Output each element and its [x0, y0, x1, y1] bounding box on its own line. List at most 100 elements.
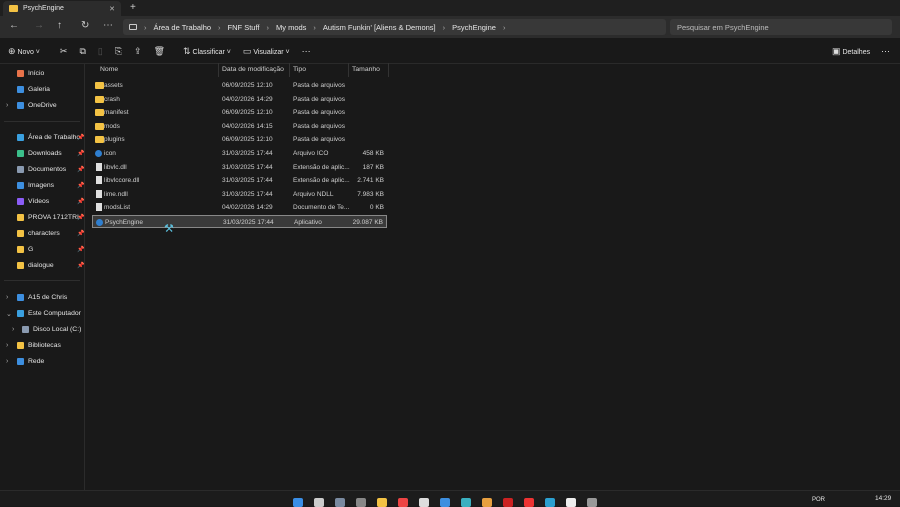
expand-chevron-icon[interactable]: ›	[6, 342, 8, 349]
file-date: 06/09/2025 12:10	[222, 136, 273, 144]
folder-icon	[95, 82, 104, 89]
pin-icon[interactable]: 📌	[77, 230, 84, 237]
sort-icon: ⇅	[183, 46, 191, 56]
crumb-fnf-stuff[interactable]: FNF Stuff	[228, 23, 260, 32]
sidebar-device-4[interactable]: Rede	[17, 358, 44, 365]
column-divider[interactable]	[218, 63, 219, 77]
sidebar-device-4-icon	[17, 358, 24, 365]
sidebar-item-0-icon	[17, 70, 24, 77]
crumb-desktop[interactable]: Área de Trabalho	[154, 23, 212, 32]
file-row[interactable]: plugins 06/09/2025 12:10 Pasta de arquiv…	[92, 133, 387, 146]
file-row[interactable]: libvlccore.dll 31/03/2025 17:44 Extensão…	[92, 174, 387, 187]
column-divider[interactable]	[348, 63, 349, 77]
expand-chevron-icon[interactable]: ⌄	[6, 310, 12, 318]
sidebar-device-2[interactable]: Disco Local (C:)	[22, 326, 81, 333]
sidebar-pinned-7[interactable]: G	[17, 246, 33, 253]
column-date[interactable]: Data de modificação	[222, 66, 284, 73]
expand-chevron-icon[interactable]: ›	[6, 294, 8, 301]
expand-chevron-icon[interactable]: ›	[6, 358, 8, 365]
sidebar-pinned-6[interactable]: characters	[17, 230, 60, 237]
file-row[interactable]: PsychEngine 31/03/2025 17:44 Aplicativo …	[92, 215, 387, 228]
sidebar-pinned-8[interactable]: dialogue	[17, 262, 54, 269]
file-row[interactable]: assets 06/09/2025 12:10 Pasta de arquivo…	[92, 79, 387, 92]
crumb-my-mods[interactable]: My mods	[276, 23, 306, 32]
sidebar-pinned-4[interactable]: Vídeos	[17, 198, 49, 205]
expand-chevron-icon[interactable]: ›	[12, 326, 14, 333]
column-type[interactable]: Tipo	[293, 66, 306, 73]
file-name: lime.ndll	[104, 190, 128, 198]
refresh-button[interactable]: ↻	[81, 20, 89, 31]
column-size[interactable]: Tamanho	[352, 66, 380, 73]
folder-icon	[95, 95, 104, 103]
file-row[interactable]: libvlc.dll 31/03/2025 17:44 Extensão de …	[92, 161, 387, 174]
pin-icon[interactable]: 📌	[77, 182, 84, 189]
rename-icon[interactable]: ⎘	[115, 46, 122, 57]
sidebar-label: A15 de Chris	[28, 294, 68, 301]
column-divider[interactable]	[388, 63, 389, 77]
tab-psychengine[interactable]: PsychEngine ✕	[3, 1, 121, 16]
clock[interactable]: 14:29	[875, 495, 891, 502]
sidebar-pinned-2[interactable]: Documentos	[17, 166, 66, 173]
sidebar-pinned-1[interactable]: Downloads	[17, 150, 62, 157]
new-tab-button[interactable]: +	[130, 2, 136, 13]
sidebar-device-1[interactable]: Este Computador	[17, 310, 81, 317]
file-type: Pasta de arquivos	[293, 82, 346, 89]
sidebar-label: Downloads	[28, 150, 62, 157]
expand-chevron-icon[interactable]: ›	[6, 102, 8, 109]
overflow-button[interactable]: ⋯	[881, 46, 890, 57]
crumb-psychengine[interactable]: PsychEngine	[452, 23, 496, 32]
pin-icon[interactable]: 📌	[77, 262, 84, 269]
pin-icon[interactable]: 📌	[77, 134, 84, 141]
delete-icon[interactable]: 🗑	[154, 46, 165, 57]
new-button[interactable]: ⊕ Novo ˅	[8, 46, 40, 57]
file-type: Extensão de aplic...	[293, 177, 350, 185]
file-date: 06/09/2025 12:10	[222, 82, 273, 89]
file-row[interactable]: modsList 04/02/2026 14:29 Documento de T…	[92, 201, 387, 214]
sidebar-item-2[interactable]: OneDrive	[17, 102, 57, 109]
pin-icon[interactable]: 📌	[77, 198, 84, 205]
search-input[interactable]: Pesquisar em PsychEngine	[670, 19, 892, 35]
file-row[interactable]: crash 04/02/2026 14:29 Pasta de arquivos	[92, 93, 387, 106]
details-button[interactable]: ▣ Detalhes	[832, 46, 870, 57]
sidebar-pinned-0[interactable]: Área de Trabalho	[17, 134, 80, 141]
file-type: Arquivo ICO	[293, 150, 329, 157]
view-button[interactable]: ▭ Visualizar ˅	[243, 46, 290, 57]
sidebar-device-3[interactable]: Bibliotecas	[17, 342, 61, 349]
sidebar-device-0[interactable]: A15 de Chris	[17, 294, 67, 301]
sidebar-pinned-5[interactable]: PROVA 1712TRI	[17, 214, 79, 221]
file-date: 31/03/2025 17:44	[222, 190, 273, 198]
crumb-autism-funkin[interactable]: Autism Funkin' [Aliens & Demons]	[323, 23, 436, 32]
pin-icon[interactable]: 📌	[77, 214, 84, 221]
sort-button[interactable]: ⇅ Classificar ˅	[183, 46, 231, 57]
up-button[interactable]: ↑	[57, 20, 62, 31]
more-nav-button[interactable]: ⋯	[103, 20, 113, 31]
language-indicator[interactable]: POR	[812, 497, 825, 503]
file-name: mods	[104, 122, 120, 130]
sidebar-item-1[interactable]: Galeria	[17, 86, 50, 93]
column-divider[interactable]	[289, 63, 290, 77]
sidebar-item-0[interactable]: Início	[17, 70, 44, 77]
file-row[interactable]: mods 04/02/2026 14:15 Pasta de arquivos	[92, 120, 387, 133]
forward-button[interactable]: →	[34, 20, 44, 31]
close-tab-button[interactable]: ✕	[109, 5, 115, 13]
pin-icon[interactable]: 📌	[77, 150, 84, 157]
file-type: Extensão de aplic...	[293, 163, 350, 171]
file-date: 06/09/2025 12:10	[222, 109, 273, 117]
busy-cursor-icon: ⚒	[164, 223, 174, 235]
more-button[interactable]: ⋯	[302, 46, 311, 57]
paste-icon[interactable]: ▯	[98, 46, 103, 57]
file-row[interactable]: manifest 06/09/2025 12:10 Pasta de arqui…	[92, 106, 387, 119]
pin-icon[interactable]: 📌	[77, 166, 84, 173]
back-button[interactable]: ←	[9, 20, 19, 31]
breadcrumb[interactable]: › Área de Trabalho › FNF Stuff › My mods › A…	[123, 19, 666, 35]
sidebar-label: Este Computador	[28, 310, 81, 317]
copy-icon[interactable]: ⧉	[79, 46, 85, 57]
file-row[interactable]: icon 31/03/2025 17:44 Arquivo ICO 458 KB	[92, 147, 387, 160]
file-row[interactable]: lime.ndll 31/03/2025 17:44 Arquivo NDLL …	[92, 188, 387, 201]
share-icon[interactable]: ⇪	[134, 46, 142, 57]
pin-icon[interactable]: 📌	[77, 246, 84, 253]
sidebar-pinned-3[interactable]: Imagens	[17, 182, 54, 189]
column-name[interactable]: Nome	[100, 66, 118, 73]
sidebar-item-2-icon	[17, 102, 24, 109]
cut-icon[interactable]: ✂	[60, 46, 68, 57]
